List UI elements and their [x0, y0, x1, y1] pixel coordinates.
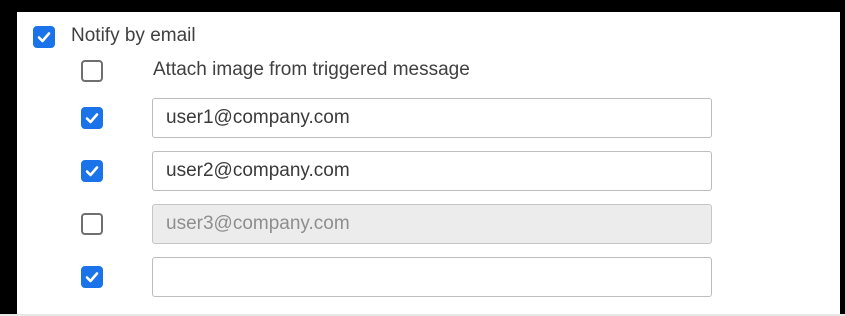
recipient-checkbox-4[interactable] [81, 266, 103, 288]
recipient-checkbox-2[interactable] [81, 160, 103, 182]
recipient-checkbox-3[interactable] [81, 213, 103, 235]
checkmark-icon [85, 113, 99, 124]
checkmark-icon [37, 32, 51, 43]
attach-image-checkbox[interactable] [81, 60, 103, 82]
checkmark-icon [85, 272, 99, 283]
recipient-checkbox-1[interactable] [81, 107, 103, 129]
notify-by-email-checkbox[interactable] [33, 26, 55, 48]
recipient-email-field-4[interactable] [152, 257, 712, 297]
recipient-email-field-1[interactable] [152, 98, 712, 138]
recipient-email-field-3[interactable] [152, 204, 712, 244]
attach-image-label: Attach image from triggered message [153, 59, 470, 80]
recipient-email-field-2[interactable] [152, 151, 712, 191]
notify-by-email-label: Notify by email [71, 25, 196, 46]
checkmark-icon [85, 166, 99, 177]
